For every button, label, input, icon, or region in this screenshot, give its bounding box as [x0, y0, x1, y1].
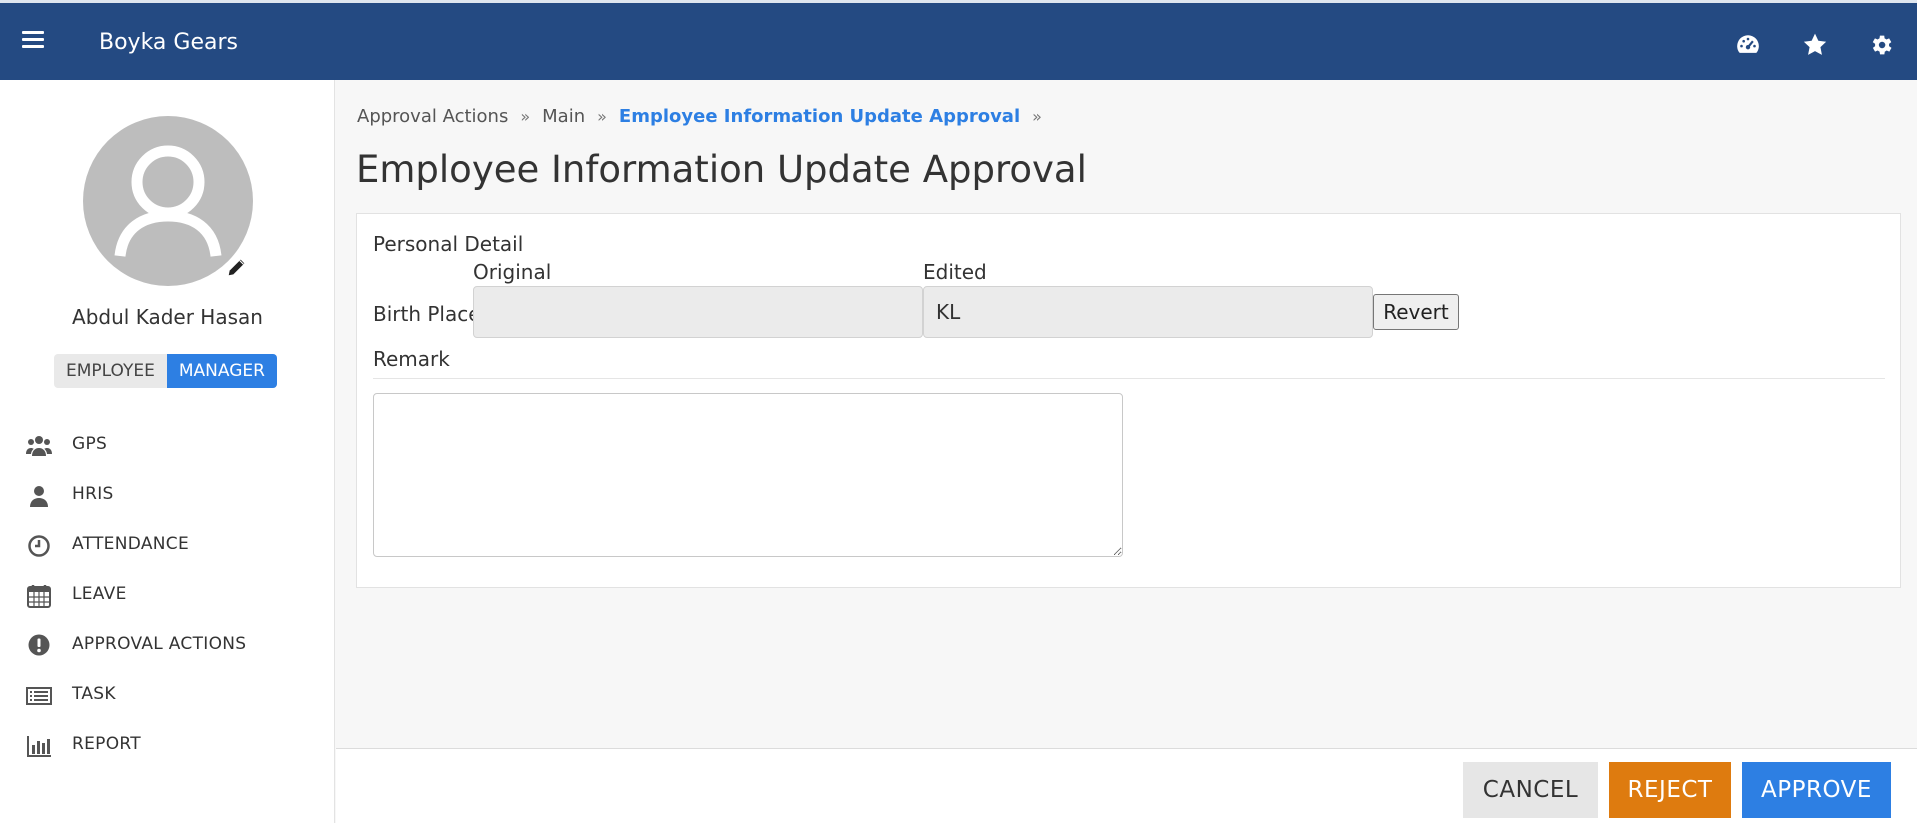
calendar-icon [27, 585, 51, 608]
dashboard-icon[interactable] [1735, 32, 1761, 58]
gear-icon[interactable] [1868, 32, 1894, 58]
sidebar-item-hris[interactable]: HRIS [0, 470, 335, 520]
user-icon [30, 486, 48, 507]
reject-button[interactable]: REJECT [1609, 762, 1731, 818]
role-toggle: EMPLOYEE MANAGER [54, 354, 277, 388]
exclamation-icon [28, 634, 50, 656]
sidebar-item-label: REPORT [72, 734, 141, 754]
users-icon [26, 436, 52, 456]
sidebar-item-label: GPS [72, 434, 108, 454]
divider [373, 378, 1885, 379]
sidebar-item-attendance[interactable]: ATTENDANCE [0, 520, 335, 570]
breadcrumb-main[interactable]: Main [542, 106, 585, 127]
star-icon[interactable] [1802, 32, 1828, 58]
sidebar-item-label: TASK [72, 684, 116, 704]
approve-button[interactable]: APPROVE [1742, 762, 1891, 818]
remark-label: Remark [373, 347, 450, 371]
clock-icon [28, 535, 50, 557]
breadcrumb: Approval Actions » Main » Employee Infor… [357, 106, 1054, 127]
revert-button[interactable]: Revert [1373, 294, 1459, 330]
user-name: Abdul Kader Hasan [72, 305, 263, 329]
pencil-icon[interactable] [226, 256, 248, 278]
list-icon [26, 687, 52, 705]
chevron-double-right-icon: » [597, 107, 607, 126]
role-manager-button[interactable]: MANAGER [166, 354, 277, 388]
breadcrumb-approval-actions[interactable]: Approval Actions [357, 106, 508, 127]
sidebar-item-label: APPROVAL ACTIONS [72, 634, 247, 654]
sidebar-item-report[interactable]: REPORT [0, 720, 335, 770]
role-employee-button[interactable]: EMPLOYEE [54, 354, 167, 388]
chevron-double-right-icon: » [1032, 107, 1042, 126]
bar-chart-icon [27, 736, 51, 757]
sidebar-item-task[interactable]: TASK [0, 670, 335, 720]
top-navbar: Boyka Gears [0, 0, 1917, 80]
menu-icon[interactable] [22, 31, 44, 49]
sidebar: Abdul Kader Hasan EMPLOYEE MANAGER GPS H… [0, 80, 335, 823]
sidebar-item-gps[interactable]: GPS [0, 420, 335, 470]
sidebar-item-approval-actions[interactable]: APPROVAL ACTIONS [0, 620, 335, 670]
edited-column-header: Edited [923, 260, 987, 284]
remark-textarea[interactable] [373, 393, 1123, 557]
birth-place-edited-field[interactable]: KL [923, 286, 1373, 338]
personal-detail-panel: Personal Detail Original Edited Birth Pl… [356, 213, 1901, 588]
sidebar-item-leave[interactable]: LEAVE [0, 570, 335, 620]
sidebar-item-label: ATTENDANCE [72, 534, 189, 554]
page-title: Employee Information Update Approval [356, 148, 1087, 191]
sidebar-item-label: LEAVE [72, 584, 127, 604]
breadcrumb-current[interactable]: Employee Information Update Approval [619, 106, 1020, 127]
section-title: Personal Detail [373, 232, 524, 256]
original-column-header: Original [473, 260, 552, 284]
chevron-double-right-icon: » [520, 107, 531, 126]
birth-place-original-field [473, 286, 923, 338]
cancel-button[interactable]: CANCEL [1463, 762, 1598, 818]
birth-place-label: Birth Place [373, 302, 481, 326]
brand-name[interactable]: Boyka Gears [99, 30, 238, 55]
sidebar-item-label: HRIS [72, 484, 114, 504]
action-bar: CANCEL REJECT APPROVE [336, 748, 1917, 823]
